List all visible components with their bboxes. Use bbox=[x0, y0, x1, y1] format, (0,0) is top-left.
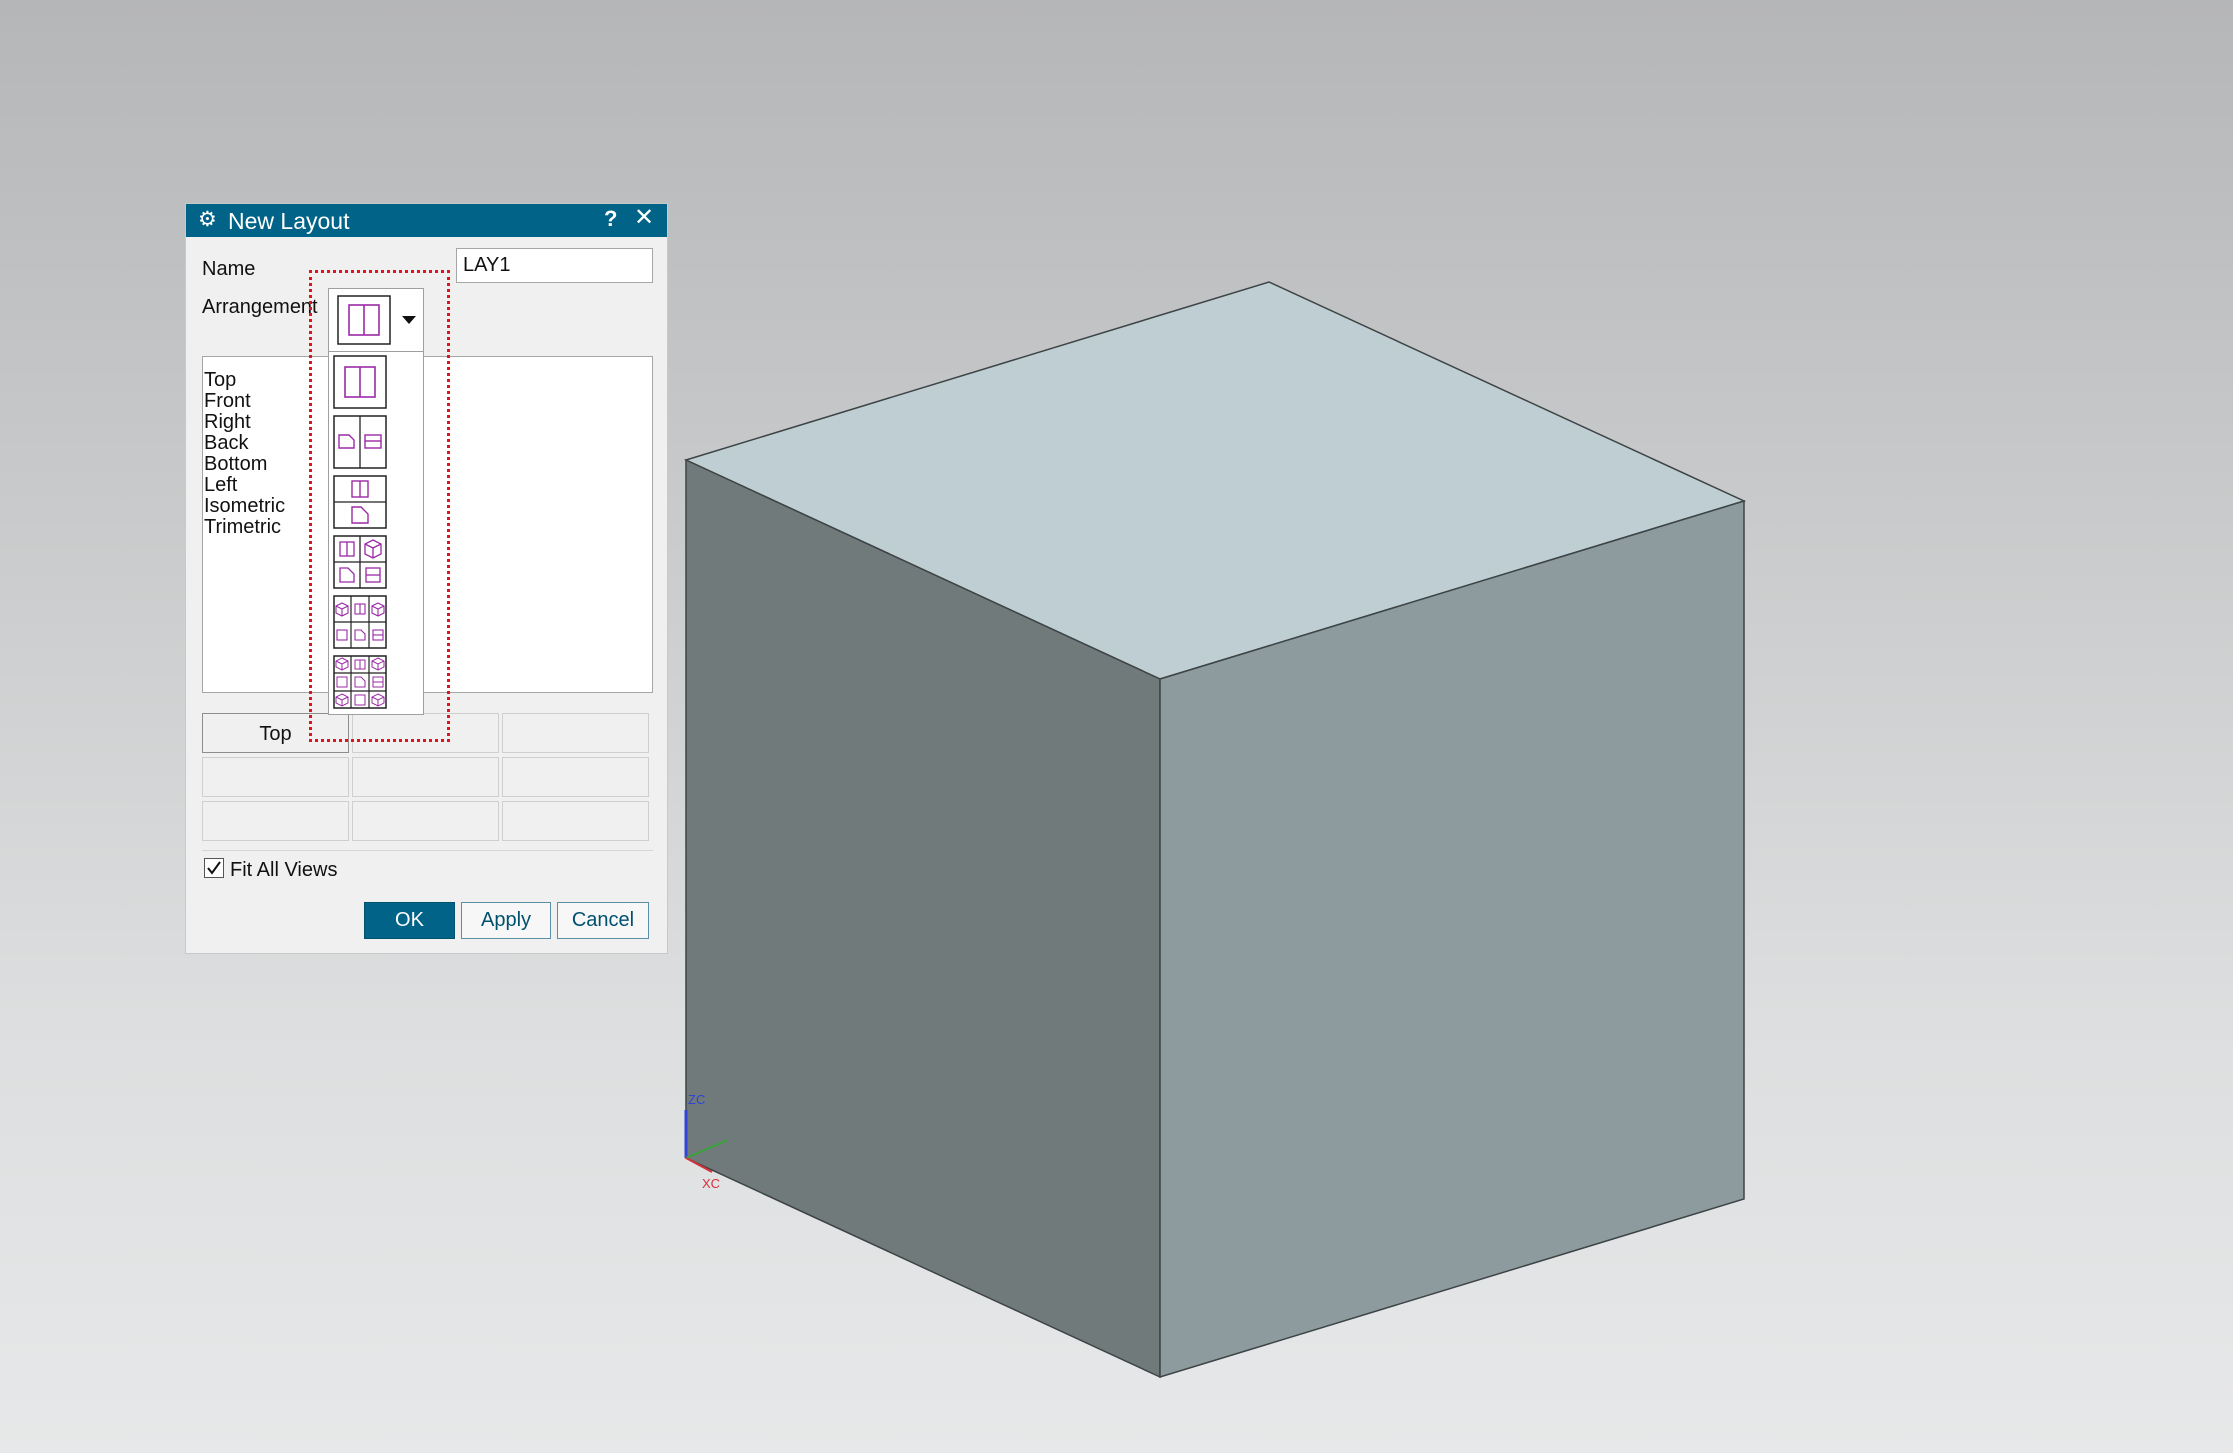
two-stacked-views-icon[interactable] bbox=[333, 475, 387, 529]
help-button[interactable]: ? bbox=[604, 206, 617, 232]
fit-all-views-checkbox[interactable] bbox=[204, 858, 224, 878]
gear-icon: ⚙ bbox=[198, 208, 217, 231]
triad-xc-label: XC bbox=[702, 1176, 721, 1191]
view-grid-cell[interactable] bbox=[352, 801, 499, 841]
list-item[interactable]: Trimetric bbox=[204, 515, 281, 539]
divider bbox=[202, 850, 653, 851]
arrangement-label: Arrangement bbox=[202, 296, 318, 318]
new-layout-dialog: ⚙ New Layout ? ✕ Name Arrangement Top Fr… bbox=[185, 203, 668, 954]
dialog-title: New Layout bbox=[228, 208, 350, 234]
checkmark-icon bbox=[207, 861, 221, 875]
view-grid-cell[interactable] bbox=[502, 801, 649, 841]
triad-zc-label: ZC bbox=[688, 1092, 706, 1107]
views-list[interactable]: Top Front Right Back Bottom Left Isometr… bbox=[202, 356, 653, 693]
view-grid-cell[interactable] bbox=[202, 801, 349, 841]
fit-all-views-label: Fit All Views bbox=[230, 859, 338, 881]
arrangement-dropdown[interactable] bbox=[328, 288, 424, 352]
two-vertical-panes-icon bbox=[337, 295, 391, 345]
nine-views-icon[interactable] bbox=[333, 655, 387, 709]
two-horizontal-views-icon[interactable] bbox=[333, 415, 387, 469]
view-grid-cell[interactable] bbox=[202, 757, 349, 797]
chevron-down-icon bbox=[402, 316, 416, 324]
apply-button[interactable]: Apply bbox=[461, 902, 551, 939]
view-grid-cell[interactable] bbox=[502, 713, 649, 753]
view-grid-cell[interactable] bbox=[352, 757, 499, 797]
dialog-titlebar[interactable]: ⚙ New Layout ? ✕ bbox=[186, 204, 667, 237]
two-vertical-panes-icon[interactable] bbox=[333, 355, 387, 409]
ok-button[interactable]: OK bbox=[364, 902, 455, 939]
close-icon[interactable]: ✕ bbox=[634, 205, 654, 231]
arrangement-options-list bbox=[328, 351, 424, 715]
name-input[interactable] bbox=[456, 248, 653, 283]
four-views-icon[interactable] bbox=[333, 535, 387, 589]
view-grid-cell[interactable] bbox=[352, 713, 499, 753]
view-grid-cell[interactable] bbox=[502, 757, 649, 797]
name-label: Name bbox=[202, 258, 256, 280]
cancel-button[interactable]: Cancel bbox=[557, 902, 649, 939]
view-grid-cell[interactable]: Top bbox=[202, 713, 349, 753]
six-views-icon[interactable] bbox=[333, 595, 387, 649]
